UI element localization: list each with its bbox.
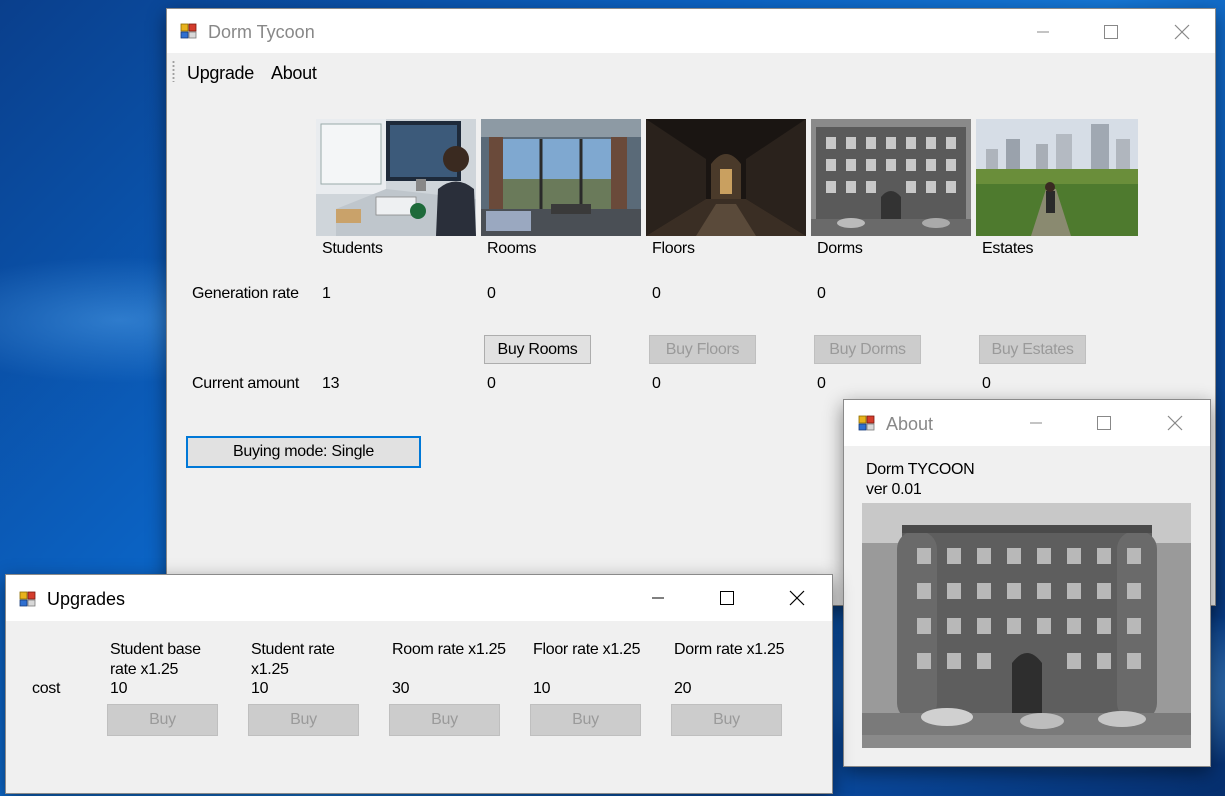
- menu-grip: [172, 60, 175, 82]
- main-titlebar[interactable]: Dorm Tycoon: [167, 9, 1215, 53]
- upgrade-name-line1: Floor rate x1.25: [533, 641, 641, 658]
- generation-rate-floors: 0: [652, 285, 661, 302]
- buy-dorms-button[interactable]: Buy Dorms: [814, 335, 921, 364]
- upgrade-cost: 20: [674, 680, 692, 697]
- maximize-icon: [1104, 25, 1118, 39]
- upgrades-window-title: Upgrades: [47, 589, 126, 609]
- minimize-icon: [1037, 31, 1049, 33]
- upgrade-cost: 10: [251, 680, 269, 697]
- upgrades-window: Upgrades cost Student base rate x1.25 10…: [5, 574, 833, 794]
- floors-image: [646, 119, 806, 236]
- minimize-button[interactable]: [1013, 408, 1059, 438]
- maximize-button[interactable]: [1088, 17, 1134, 47]
- about-window: About Dorm TYCOON ver 0.01: [843, 399, 1211, 767]
- menu-about[interactable]: About: [271, 63, 317, 84]
- close-button[interactable]: [774, 583, 820, 613]
- buy-floors-button[interactable]: Buy Floors: [649, 335, 756, 364]
- estates-image: [976, 119, 1138, 236]
- about-app-name: Dorm TYCOON: [866, 461, 975, 478]
- upgrades-titlebar[interactable]: Upgrades: [6, 575, 832, 621]
- students-image: [316, 119, 476, 236]
- maximize-icon: [1097, 416, 1111, 430]
- buy-estates-button[interactable]: Buy Estates: [979, 335, 1086, 364]
- buying-mode-button[interactable]: Buying mode: Single: [186, 436, 421, 468]
- maximize-button[interactable]: [704, 583, 750, 613]
- main-window-title: Dorm Tycoon: [208, 22, 315, 42]
- column-rooms-label: Rooms: [487, 240, 537, 257]
- upgrade-name-line1: Room rate x1.25: [392, 641, 506, 658]
- upgrade-name-line2: rate x1.25: [110, 661, 179, 678]
- app-icon: [858, 415, 875, 431]
- generation-rate-students: 1: [322, 285, 331, 302]
- about-version: ver 0.01: [866, 481, 922, 498]
- minimize-icon: [1030, 422, 1042, 424]
- close-button[interactable]: [1159, 17, 1205, 47]
- app-icon: [180, 23, 197, 39]
- buy-rooms-button[interactable]: Buy Rooms: [484, 335, 591, 364]
- about-titlebar[interactable]: About: [844, 400, 1210, 446]
- menu-upgrade[interactable]: Upgrade: [187, 63, 254, 84]
- upgrade-name-line1: Dorm rate x1.25: [674, 641, 785, 658]
- column-floors-label: Floors: [652, 240, 695, 257]
- column-students-label: Students: [322, 240, 383, 257]
- close-icon: [789, 590, 805, 606]
- about-building-image: [862, 503, 1191, 748]
- current-amount-dorms: 0: [817, 375, 826, 392]
- current-amount-floors: 0: [652, 375, 661, 392]
- upgrade-cost: 10: [533, 680, 551, 697]
- buy-upgrade-button[interactable]: Buy: [671, 704, 782, 736]
- maximize-button[interactable]: [1081, 408, 1127, 438]
- buy-upgrade-button[interactable]: Buy: [248, 704, 359, 736]
- close-icon: [1167, 415, 1183, 431]
- current-amount-rooms: 0: [487, 375, 496, 392]
- minimize-button[interactable]: [635, 583, 681, 613]
- dorms-image: [811, 119, 971, 236]
- upgrade-name-line2: x1.25: [251, 661, 289, 678]
- menu-bar: Upgrade About: [167, 55, 1213, 91]
- minimize-icon: [652, 597, 664, 599]
- close-button[interactable]: [1152, 408, 1198, 438]
- upgrade-name-line1: Student base: [110, 641, 201, 658]
- column-estates-label: Estates: [982, 240, 1034, 257]
- column-dorms-label: Dorms: [817, 240, 863, 257]
- buy-upgrade-button[interactable]: Buy: [389, 704, 500, 736]
- minimize-button[interactable]: [1020, 17, 1066, 47]
- buy-upgrade-button[interactable]: Buy: [530, 704, 641, 736]
- buy-upgrade-button[interactable]: Buy: [107, 704, 218, 736]
- maximize-icon: [720, 591, 734, 605]
- current-amount-estates: 0: [982, 375, 991, 392]
- upgrade-name-line1: Student rate: [251, 641, 335, 658]
- close-icon: [1174, 24, 1190, 40]
- cost-label: cost: [32, 680, 61, 697]
- current-amount-label: Current amount: [192, 375, 299, 392]
- upgrade-cost: 10: [110, 680, 128, 697]
- about-window-title: About: [886, 414, 934, 434]
- generation-rate-label: Generation rate: [192, 285, 299, 302]
- current-amount-students: 13: [322, 375, 340, 392]
- upgrade-cost: 30: [392, 680, 410, 697]
- rooms-image: [481, 119, 641, 236]
- generation-rate-dorms: 0: [817, 285, 826, 302]
- app-icon: [19, 591, 36, 607]
- generation-rate-rooms: 0: [487, 285, 496, 302]
